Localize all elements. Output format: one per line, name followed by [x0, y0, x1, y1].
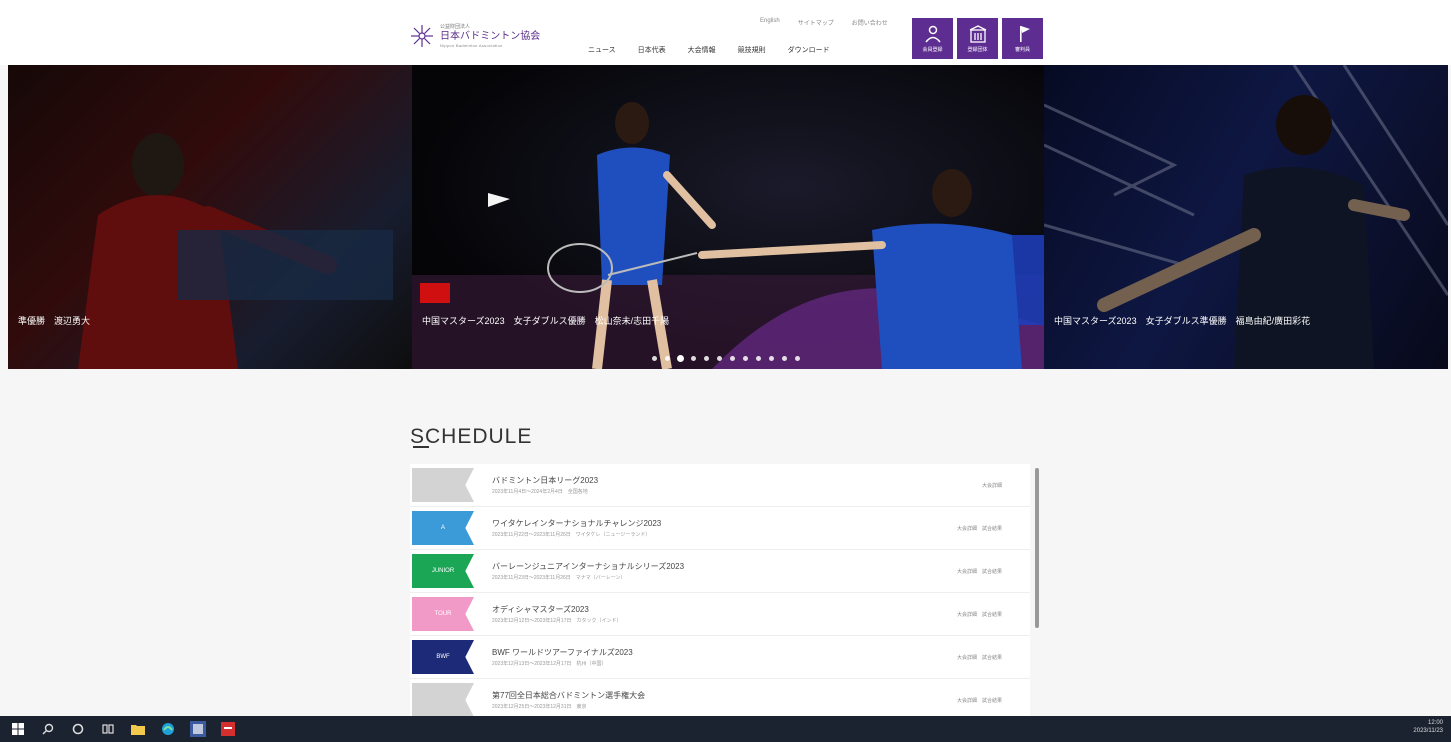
schedule-scrollbar[interactable]	[1035, 468, 1039, 628]
tournament-links[interactable]: 大会詳細 試合結果	[957, 611, 1002, 618]
tournament-links[interactable]: 大会詳細	[982, 482, 1002, 489]
hero-slide-active[interactable]: 中国マスターズ2023 女子ダブルス優勝 松山奈未/志田千陽	[412, 65, 1044, 369]
nav-icon-buttons: 会員登録 登録団体 審判員	[912, 18, 1043, 59]
tournament-date-venue: 2023年12月25日〜2023年12月31日 東京	[492, 704, 587, 710]
site-logo[interactable]: 公益財団法人 日本バドミントン協会 Nippon Badminton Assoc…	[410, 18, 540, 54]
file-explorer-icon[interactable]	[130, 721, 146, 737]
schedule-list[interactable]: バドミントン日本リーグ2023 2023年11月4日〜2024年2月4日 全国各…	[410, 464, 1030, 716]
pdf-icon[interactable]	[220, 721, 236, 737]
hero-caption-next: 中国マスターズ2023 女子ダブルス準優勝 福島由紀/廣田彩花	[1054, 316, 1311, 326]
tournament-title[interactable]: 第77回全日本総合バドミントン選手権大会	[492, 690, 645, 701]
schedule-row[interactable]: TOUR オディシャマスターズ2023 2023年12月12日〜2023年12月…	[410, 593, 1030, 636]
tournament-title[interactable]: ワイタケレインターナショナルチャレンジ2023	[492, 518, 661, 529]
tournament-links[interactable]: 大会詳細 試合結果	[957, 568, 1002, 575]
schedule-row-text: 第77回全日本総合バドミントン選手権大会 2023年12月25日〜2023年12…	[492, 690, 645, 710]
schedule-row-text: BWF ワールドツアーファイナルズ2023 2023年12月13日〜2023年1…	[492, 647, 633, 667]
tournament-links[interactable]: 大会詳細 試合結果	[957, 525, 1002, 532]
carousel-dot[interactable]	[678, 356, 683, 361]
logo-text: 公益財団法人 日本バドミントン協会 Nippon Badminton Assoc…	[440, 23, 541, 48]
app-icon[interactable]	[190, 721, 206, 737]
logo-org-type: 公益財団法人	[440, 23, 471, 30]
search-icon[interactable]	[40, 721, 56, 737]
utility-links: English サイトマップ お問い合わせ	[760, 18, 888, 27]
category-tag: JUNIOR	[412, 554, 474, 588]
util-link-sitemap[interactable]: サイトマップ	[798, 18, 834, 27]
hero-caption-previous: 準優勝 渡辺勇大	[18, 316, 91, 326]
site-header: 公益財団法人 日本バドミントン協会 Nippon Badminton Assoc…	[0, 0, 1451, 65]
hero-carousel[interactable]: 準優勝 渡辺勇大 中国マスターズ2023 女子ダブルス優勝 松山奈未/志田千陽	[8, 65, 1448, 369]
tournament-date-venue: 2023年11月23日〜2023年11月26日 マナマ（バーレーン）	[492, 575, 626, 581]
carousel-dot[interactable]	[691, 356, 696, 361]
windows-start-icon[interactable]	[10, 721, 26, 737]
schedule-row-text: ワイタケレインターナショナルチャレンジ2023 2023年11月22日〜2023…	[492, 518, 661, 538]
carousel-dot[interactable]	[795, 356, 800, 361]
nav-item-national-team[interactable]: 日本代表	[638, 45, 666, 55]
tournament-links[interactable]: 大会詳細 試合結果	[957, 697, 1002, 704]
logo-mark-icon	[411, 25, 433, 47]
hero-caption-active: 中国マスターズ2023 女子ダブルス優勝 松山奈未/志田千陽	[422, 316, 670, 326]
tray-time: 12:00	[1427, 720, 1443, 726]
carousel-dot[interactable]	[782, 356, 787, 361]
referee-button[interactable]: 審判員	[1002, 18, 1043, 59]
schedule-row-text: バーレーンジュニアインターナショナルシリーズ2023 2023年11月23日〜2…	[492, 561, 684, 581]
flag-icon	[1019, 26, 1030, 42]
schedule-row[interactable]: バドミントン日本リーグ2023 2023年11月4日〜2024年2月4日 全国各…	[410, 464, 1030, 507]
edge-icon[interactable]	[160, 721, 176, 737]
util-link-english[interactable]: English	[760, 18, 780, 27]
tournament-title[interactable]: バーレーンジュニアインターナショナルシリーズ2023	[492, 561, 684, 572]
registered-groups-label: 登録団体	[967, 47, 988, 53]
carousel-dot[interactable]	[717, 356, 722, 361]
schedule-row-text: オディシャマスターズ2023 2023年12月12日〜2023年12月17日 カ…	[492, 604, 622, 624]
schedule-row[interactable]: BWF BWF ワールドツアーファイナルズ2023 2023年12月13日〜20…	[410, 636, 1030, 679]
building-icon	[969, 25, 986, 43]
tournament-date-venue: 2023年11月22日〜2023年11月26日 ワイタケレ（ニュージーランド）	[492, 532, 651, 538]
cortana-icon[interactable]	[70, 721, 86, 737]
main-nav: ニュース 日本代表 大会情報 競技規則 ダウンロード	[588, 45, 830, 55]
schedule-row[interactable]: A ワイタケレインターナショナルチャレンジ2023 2023年11月22日〜20…	[410, 507, 1030, 550]
carousel-dot[interactable]	[743, 356, 748, 361]
tray-date: 2023/11/23	[1413, 727, 1443, 734]
logo-english: Nippon Badminton Association	[440, 42, 503, 48]
person-icon	[924, 25, 941, 43]
windows-taskbar: 12:00 2023/11/23	[0, 716, 1451, 742]
carousel-dot[interactable]	[769, 356, 774, 361]
tournament-links[interactable]: 大会詳細 試合結果	[957, 654, 1002, 661]
referee-label: 審判員	[1014, 47, 1030, 53]
taskbar-icons	[10, 721, 236, 737]
nav-item-tournaments[interactable]: 大会情報	[688, 45, 716, 55]
registered-groups-button[interactable]: 登録団体	[957, 18, 998, 59]
carousel-dot[interactable]	[730, 356, 735, 361]
carousel-dot[interactable]	[704, 356, 709, 361]
member-registration-button[interactable]: 会員登録	[912, 18, 953, 59]
task-view-icon[interactable]	[100, 721, 116, 737]
category-tag	[412, 468, 474, 502]
carousel-dot[interactable]	[665, 356, 670, 361]
hero-slide-previous[interactable]: 準優勝 渡辺勇大	[8, 65, 412, 369]
hero-slide-next[interactable]: 中国マスターズ2023 女子ダブルス準優勝 福島由紀/廣田彩花	[1044, 65, 1448, 369]
carousel-dot[interactable]	[652, 356, 657, 361]
nav-item-rules[interactable]: 競技規則	[738, 45, 766, 55]
nav-item-download[interactable]: ダウンロード	[788, 45, 830, 55]
category-tag	[412, 683, 474, 716]
schedule-row[interactable]: 第77回全日本総合バドミントン選手権大会 2023年12月25日〜2023年12…	[410, 679, 1030, 716]
logo-name: 日本バドミントン協会	[440, 30, 541, 42]
category-tag: BWF	[412, 640, 474, 674]
title-underline	[413, 446, 429, 448]
system-tray-clock[interactable]: 12:00 2023/11/23	[1413, 720, 1443, 736]
carousel-pagination	[652, 356, 800, 361]
tournament-title[interactable]: BWF ワールドツアーファイナルズ2023	[492, 647, 633, 658]
tournament-title[interactable]: オディシャマスターズ2023	[492, 604, 622, 615]
tournament-date-venue: 2023年12月12日〜2023年12月17日 カタック（インド）	[492, 618, 622, 624]
carousel-dot[interactable]	[756, 356, 761, 361]
category-tag: A	[412, 511, 474, 545]
util-link-contact[interactable]: お問い合わせ	[852, 18, 888, 27]
tournament-date-venue: 2023年11月4日〜2024年2月4日 全国各地	[492, 489, 588, 495]
schedule-row[interactable]: JUNIOR バーレーンジュニアインターナショナルシリーズ2023 2023年1…	[410, 550, 1030, 593]
category-tag: TOUR	[412, 597, 474, 631]
tournament-title[interactable]: バドミントン日本リーグ2023	[492, 475, 598, 486]
schedule-row-text: バドミントン日本リーグ2023 2023年11月4日〜2024年2月4日 全国各…	[492, 475, 598, 495]
nav-item-news[interactable]: ニュース	[588, 45, 616, 55]
member-registration-label: 会員登録	[922, 47, 943, 53]
tournament-date-venue: 2023年12月13日〜2023年12月17日 杭州（中国）	[492, 661, 607, 667]
